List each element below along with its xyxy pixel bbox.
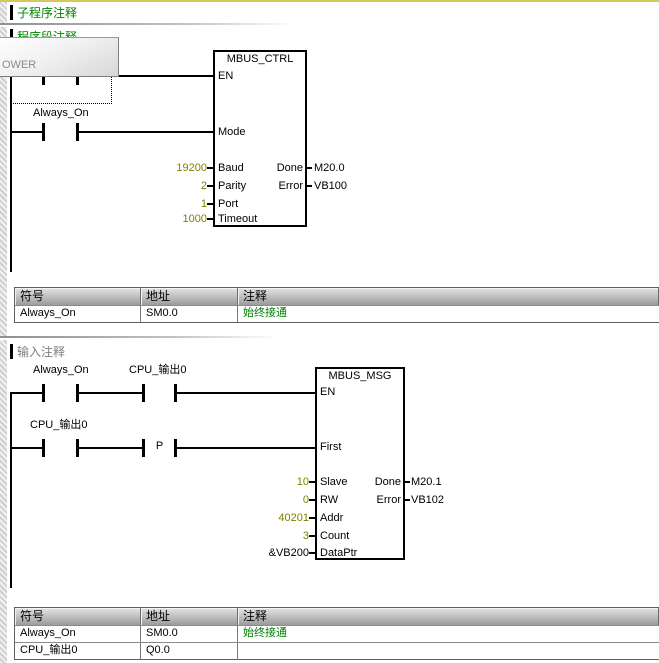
col-header-symbol: 符号: [15, 608, 141, 625]
param-value-rw[interactable]: 0: [220, 494, 309, 506]
pin-label-rw: RW: [320, 494, 338, 506]
positive-edge-contact-label[interactable]: P: [145, 440, 174, 452]
cell-symbol: Always_On: [15, 306, 141, 322]
contact-leg[interactable]: [142, 384, 145, 402]
param-value-port[interactable]: 1: [130, 198, 207, 210]
pin-label-done: Done: [243, 162, 303, 174]
contact-operand[interactable]: Always_On: [33, 364, 89, 376]
comment-marker-bar: [10, 5, 13, 20]
pin-label-addr: Addr: [320, 512, 343, 524]
contact-leg[interactable]: [42, 123, 45, 141]
network-separator: [0, 336, 290, 340]
cell-address: SM0.0: [141, 306, 238, 322]
pin-tick: [405, 481, 410, 483]
pin-tick: [207, 185, 213, 187]
tooltip-text: OWER: [2, 59, 36, 71]
pin-tick: [207, 218, 213, 220]
param-value-parity[interactable]: 2: [130, 180, 207, 192]
pin-tick: [309, 499, 315, 501]
pin-label-error: Error: [243, 180, 303, 192]
rung-wire: [177, 447, 315, 449]
param-value-baud[interactable]: 19200: [130, 162, 207, 174]
output-operand-error[interactable]: VB102: [411, 494, 444, 506]
pin-label-port: Port: [218, 198, 238, 210]
symbol-table-header: 符号 地址 注释: [15, 288, 659, 305]
window-edge-line: [0, 0, 659, 2]
power-rail: [10, 75, 12, 272]
pin-label-baud: Baud: [218, 162, 244, 174]
pin-label-first: First: [320, 441, 341, 453]
network-separator: [0, 23, 310, 27]
pin-tick: [309, 535, 315, 537]
pin-label-en: EN: [320, 386, 335, 398]
comment-marker-bar: [10, 344, 13, 359]
pin-label-en: EN: [218, 70, 233, 82]
output-operand-done[interactable]: M20.0: [314, 162, 345, 174]
col-header-address: 地址: [141, 608, 238, 625]
pin-tick: [307, 167, 312, 169]
col-header-comment: 注释: [238, 608, 659, 625]
pin-tick: [309, 481, 315, 483]
table-row: Always_On SM0.0 始终接通: [15, 625, 659, 642]
pin-tick: [207, 203, 213, 205]
param-value-count[interactable]: 3: [220, 530, 309, 542]
ladder-editor: 子程序注释 程序段注释 Always_On MBUS_CTRL EN Mode …: [0, 0, 659, 663]
table-row: CPU_输出0 Q0.0: [15, 642, 659, 659]
pin-tick: [309, 552, 315, 554]
pou-comment[interactable]: 子程序注释: [17, 6, 77, 20]
left-margin-hatch: [0, 2, 7, 663]
block-title: MBUS_CTRL: [213, 53, 307, 65]
col-header-address: 地址: [141, 288, 238, 305]
param-value-timeout[interactable]: 1000: [130, 213, 207, 225]
cell-comment: 始终接通: [238, 626, 659, 642]
rung-wire: [177, 392, 315, 394]
pin-label-mode: Mode: [218, 126, 246, 138]
pin-label-count: Count: [320, 530, 349, 542]
pin-tick: [405, 499, 410, 501]
cell-comment: [238, 643, 659, 659]
contact-operand[interactable]: CPU_输出0: [129, 364, 186, 376]
param-value-dataptr[interactable]: &VB200: [220, 547, 309, 559]
pin-tick: [207, 167, 213, 169]
col-header-comment: 注释: [238, 288, 659, 305]
tooltip-popup: OWER: [0, 37, 119, 77]
rung-wire: [79, 392, 142, 394]
symbol-table: 符号 地址 注释 Always_On SM0.0 始终接通: [14, 287, 659, 323]
pin-label-done: Done: [341, 476, 401, 488]
block-title: MBUS_MSG: [315, 370, 405, 382]
contact-leg[interactable]: [42, 384, 45, 402]
pin-label-dataptr: DataPtr: [320, 547, 357, 559]
cell-symbol: CPU_输出0: [15, 643, 141, 659]
param-value-addr[interactable]: 40201: [220, 512, 309, 524]
cell-comment: 始终接通: [238, 306, 659, 322]
output-operand-done[interactable]: M20.1: [411, 476, 442, 488]
pin-label-parity: Parity: [218, 180, 246, 192]
contact-operand[interactable]: Always_On: [33, 107, 89, 119]
contact-operand[interactable]: CPU_输出0: [30, 419, 87, 431]
cell-address: SM0.0: [141, 626, 238, 642]
pin-label-error: Error: [341, 494, 401, 506]
cell-address: Q0.0: [141, 643, 238, 659]
rung-wire: [79, 447, 142, 449]
symbol-table: 符号 地址 注释 Always_On SM0.0 始终接通 CPU_输出0 Q0…: [14, 607, 659, 660]
pin-tick: [307, 185, 312, 187]
rung-wire: [10, 131, 42, 133]
pin-tick: [309, 517, 315, 519]
symbol-table-header: 符号 地址 注释: [15, 608, 659, 625]
power-rail: [10, 392, 12, 588]
cell-symbol: Always_On: [15, 626, 141, 642]
table-row: Always_On SM0.0 始终接通: [15, 305, 659, 322]
contact-leg[interactable]: [42, 439, 45, 457]
network2-comment[interactable]: 输入注释: [17, 345, 65, 359]
col-header-symbol: 符号: [15, 288, 141, 305]
output-operand-error[interactable]: VB100: [314, 180, 347, 192]
rung-wire: [10, 392, 42, 394]
pin-label-timeout: Timeout: [218, 213, 257, 225]
rung-wire: [79, 131, 213, 133]
param-value-slave[interactable]: 10: [220, 476, 309, 488]
rung-wire: [10, 447, 42, 449]
